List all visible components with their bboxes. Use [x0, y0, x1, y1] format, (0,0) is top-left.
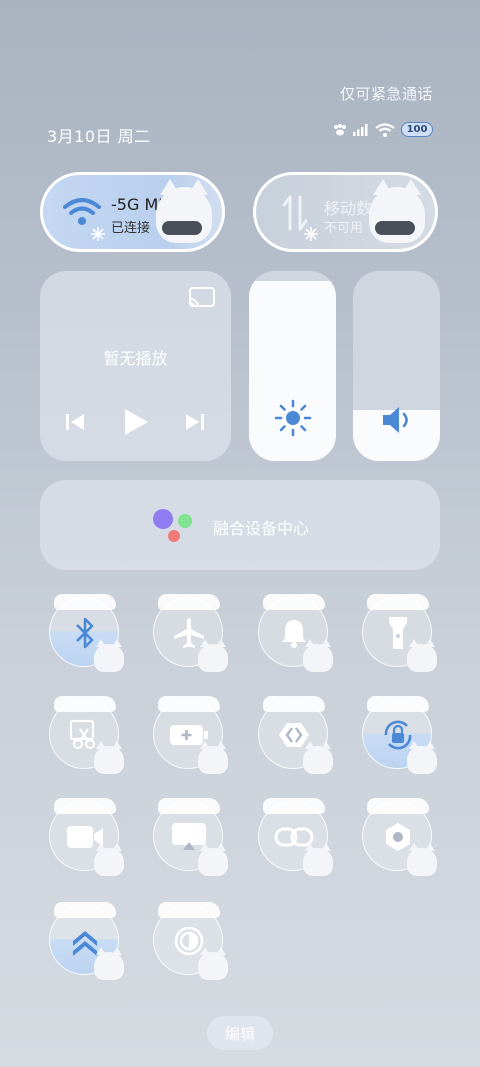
toggle-sound[interactable] [258, 594, 333, 672]
mini-cat-decoration [198, 741, 228, 774]
mini-cat-decoration [407, 741, 437, 774]
fusion-label: 融合设备中心 [213, 519, 310, 538]
toggle-nearby-share[interactable] [258, 696, 333, 774]
toggle-screen-record[interactable] [49, 798, 124, 876]
cat-scarf [162, 221, 202, 235]
toggle-flashlight[interactable] [362, 594, 437, 672]
snowflake-icon [91, 227, 105, 241]
signal-icon [353, 123, 368, 136]
status-icons: 100 [333, 122, 433, 137]
brightness-slider[interactable] [249, 271, 336, 461]
mini-cat-decoration [198, 843, 228, 876]
toggle-rotation-lock[interactable] [362, 696, 437, 774]
previous-track-icon[interactable] [64, 411, 86, 433]
mini-cat-decoration [94, 843, 124, 876]
wifi-status-icon [375, 122, 395, 137]
speaker-icon [382, 407, 408, 433]
toggle-dark-mode[interactable] [153, 902, 228, 980]
toggle-battery-saver[interactable] [153, 696, 228, 774]
media-player-card[interactable]: 暂无播放 [40, 271, 231, 461]
fusion-dot-purple [153, 509, 173, 529]
mini-cat-decoration [94, 947, 124, 980]
date-label: 3月10日 周二 [47, 127, 151, 146]
mini-cat-decoration [94, 741, 124, 774]
wifi-status: 已连接 [111, 221, 151, 236]
toggle-performance[interactable] [49, 902, 124, 980]
sun-icon [274, 399, 311, 437]
toggle-link[interactable] [258, 798, 333, 876]
mini-cat-decoration [198, 947, 228, 980]
mobile-data-tile[interactable]: 移动数 不可用 [253, 172, 438, 252]
cast-icon[interactable] [189, 287, 215, 309]
brightness-icon-wrap [249, 399, 336, 437]
snowflake-icon [304, 227, 318, 241]
mini-cat-decoration [303, 741, 333, 774]
paw-icon [334, 123, 346, 135]
fusion-device-center[interactable]: 融合设备中心 [40, 480, 440, 570]
battery-indicator: 100 [401, 122, 433, 137]
mini-cat-decoration [303, 843, 333, 876]
mini-cat-decoration [198, 639, 228, 672]
volume-icon-wrap [353, 405, 440, 435]
play-icon[interactable] [122, 407, 150, 437]
fusion-dot-red [168, 530, 180, 542]
wifi-icon [63, 198, 101, 225]
mobile-data-status: 不可用 [324, 221, 364, 236]
emergency-call-status: 仅可紧急通话 [339, 85, 433, 103]
mini-cat-decoration [407, 843, 437, 876]
mini-cat-decoration [407, 639, 437, 672]
no-media-text: 暂无播放 [103, 349, 168, 368]
volume-slider[interactable] [353, 271, 440, 461]
cat-scarf [375, 221, 415, 235]
toggle-screen-cast[interactable] [153, 798, 228, 876]
mobile-data-label: 移动数 [324, 199, 373, 218]
fusion-dot-green [178, 514, 192, 528]
toggle-airplane[interactable] [153, 594, 228, 672]
mini-cat-decoration [303, 639, 333, 672]
next-track-icon[interactable] [184, 411, 206, 433]
toggle-bluetooth[interactable] [49, 594, 124, 672]
toggle-settings-nut[interactable] [362, 798, 437, 876]
toggle-screenshot[interactable] [49, 696, 124, 774]
edit-button[interactable]: 编辑 [207, 1016, 273, 1050]
wifi-tile[interactable]: -5G MIC 已连接 [40, 172, 225, 252]
mini-cat-decoration [94, 639, 124, 672]
